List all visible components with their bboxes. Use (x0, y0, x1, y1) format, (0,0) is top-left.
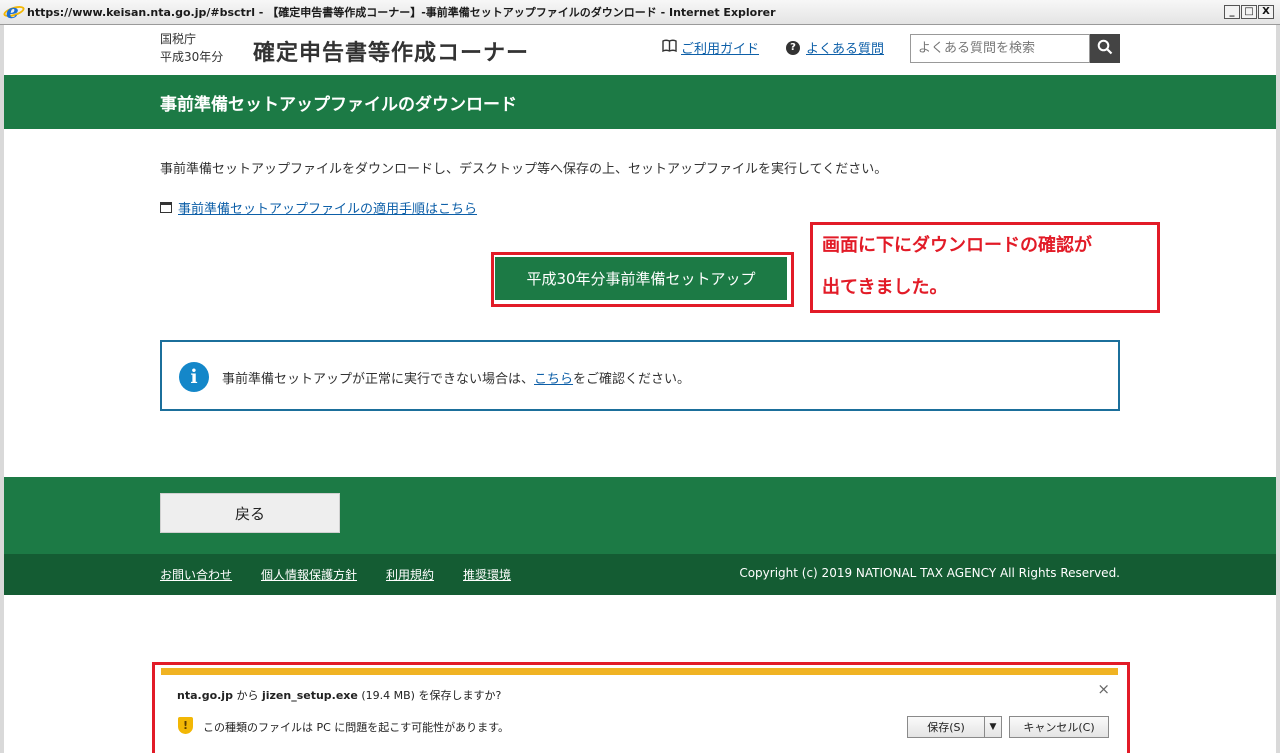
download-site: nta.go.jp (177, 689, 233, 702)
agency-name: 国税庁 (160, 32, 197, 46)
download-question-text: を保存しますか? (418, 689, 502, 702)
faq-link-text[interactable]: よくある質問 (806, 38, 884, 57)
page-title: 事前準備セットアップファイルのダウンロード (160, 95, 517, 115)
footer-link-environment[interactable]: 推奨環境 (463, 566, 511, 583)
procedure-link[interactable]: 事前準備セットアップファイルの適用手順はこちら (160, 198, 477, 217)
agency-label: 国税庁 平成30年分 (160, 30, 223, 66)
setup-download-button[interactable]: 平成30年分事前準備セットアップ (495, 257, 787, 300)
cancel-button[interactable]: キャンセル(C) (1009, 716, 1109, 738)
shield-warning-icon: ! (178, 717, 193, 734)
chevron-down-icon: ▼ (989, 722, 997, 732)
window-frame-left (0, 25, 4, 753)
book-icon (662, 39, 677, 56)
heading-band: 事前準備セットアップファイルのダウンロード (4, 75, 1276, 129)
annotation-line-2: 出てきました。 (822, 277, 948, 298)
download-size: (19.4 MB) (357, 689, 419, 702)
window-title: https://www.keisan.nta.go.jp/#bsctrl - 【… (27, 6, 776, 19)
procedure-link-text[interactable]: 事前準備セットアップファイルの適用手順はこちら (178, 198, 477, 217)
download-close-icon[interactable]: × (1097, 680, 1110, 698)
guide-link-text[interactable]: ご利用ガイド (681, 38, 759, 57)
minimize-button[interactable]: _ (1224, 5, 1240, 19)
download-filename: jizen_setup.exe (261, 689, 358, 702)
search-button[interactable] (1090, 34, 1120, 63)
download-warning: この種類のファイルは PC に問題を起こす可能性があります。 (203, 721, 509, 734)
save-options-dropdown[interactable]: ▼ (985, 716, 1002, 738)
download-question: nta.go.jp から jizen_setup.exe (19.4 MB) を… (177, 687, 501, 703)
instruction-text: 事前準備セットアップファイルをダウンロードし、デスクトップ等へ保存の上、セットア… (160, 162, 888, 177)
info-icon: i (179, 362, 209, 392)
footer-links-bar: お問い合わせ 個人情報保護方針 利用規約 推奨環境 Copyright (c) … (4, 554, 1276, 595)
annotation-line-1: 画面に下にダウンロードの確認が (822, 235, 1092, 256)
search-icon (1097, 39, 1113, 58)
save-button[interactable]: 保存(S) (907, 716, 985, 738)
internet-explorer-icon: e (2, 0, 26, 23)
maximize-button[interactable]: □ (1241, 5, 1257, 19)
info-text-before: 事前準備セットアップが正常に実行できない場合は、 (222, 372, 535, 387)
info-link[interactable]: こちら (534, 372, 573, 387)
close-window-button[interactable]: X (1258, 5, 1274, 19)
faq-link[interactable]: ? よくある質問 (786, 38, 884, 57)
copyright: Copyright (c) 2019 NATIONAL TAX AGENCY A… (739, 566, 1120, 580)
info-text-after: をご確認ください。 (573, 372, 691, 387)
window-frame-right (1276, 25, 1280, 753)
new-window-icon (160, 202, 172, 213)
guide-link[interactable]: ご利用ガイド (662, 38, 759, 57)
download-from: から (232, 689, 262, 702)
footer-link-terms[interactable]: 利用規約 (386, 566, 434, 583)
faq-search-input[interactable] (910, 34, 1090, 63)
info-text: 事前準備セットアップが正常に実行できない場合は、こちらをご確認ください。 (222, 368, 690, 387)
question-icon: ? (786, 40, 800, 55)
annotation-callout: 画面に下にダウンロードの確認が 出てきました。 (810, 222, 1160, 313)
back-button[interactable]: 戻る (160, 493, 340, 533)
tax-year: 平成30年分 (160, 50, 224, 64)
site-title[interactable]: 確定申告書等作成コーナー (253, 35, 529, 67)
download-notification-bar: nta.go.jp から jizen_setup.exe (19.4 MB) を… (161, 668, 1118, 753)
info-notice: i 事前準備セットアップが正常に実行できない場合は、こちらをご確認ください。 (160, 340, 1120, 411)
footer-link-contact[interactable]: お問い合わせ (160, 566, 232, 583)
window-title-bar: e https://www.keisan.nta.go.jp/#bsctrl -… (0, 0, 1280, 25)
footer-link-privacy[interactable]: 個人情報保護方針 (261, 566, 357, 583)
